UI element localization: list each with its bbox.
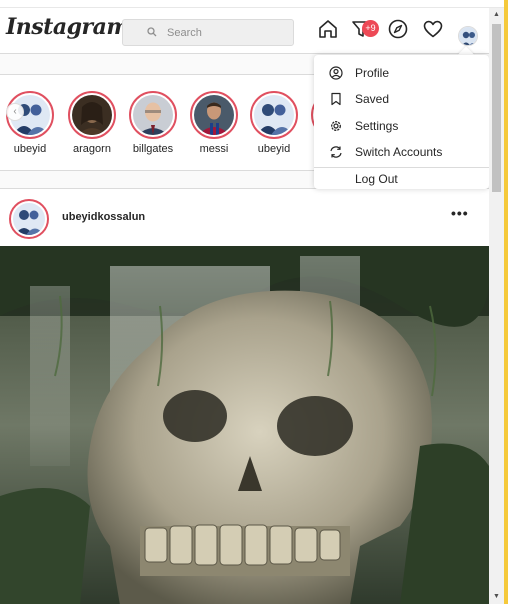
story-ring bbox=[129, 91, 177, 139]
home-icon[interactable] bbox=[317, 18, 339, 40]
bookmark-icon bbox=[331, 92, 341, 106]
story-avatar bbox=[133, 95, 173, 135]
search-icon bbox=[147, 27, 157, 37]
story-item[interactable]: billgates bbox=[123, 91, 183, 155]
story-username: aragorn bbox=[73, 143, 111, 155]
menu-item-label: Profile bbox=[355, 66, 390, 80]
menu-item-label: Settings bbox=[355, 119, 399, 133]
search-input[interactable] bbox=[167, 24, 287, 42]
scroll-up-arrow-icon[interactable]: ▲ bbox=[492, 11, 501, 19]
activity-heart-icon[interactable] bbox=[422, 18, 444, 40]
user-circle-icon bbox=[329, 66, 343, 80]
notification-badge: +9 bbox=[362, 20, 379, 37]
story-username: billgates bbox=[132, 143, 174, 155]
window-top-frame bbox=[0, 0, 508, 8]
post-author-avatar bbox=[13, 203, 45, 235]
story-item[interactable]: ubeyid bbox=[244, 91, 304, 155]
post-options-icon[interactable]: ••• bbox=[451, 205, 469, 221]
story-avatar bbox=[72, 95, 112, 135]
story-ring bbox=[68, 91, 116, 139]
explore-compass-icon[interactable] bbox=[387, 18, 409, 40]
menu-item-log-out[interactable]: Log Out bbox=[314, 167, 489, 191]
menu-item-label: Switch Accounts bbox=[355, 145, 443, 159]
post-image[interactable] bbox=[0, 246, 489, 604]
story-item[interactable]: ubeyid bbox=[0, 91, 60, 155]
post-header: ubeyidkossalun ••• bbox=[0, 189, 489, 244]
menu-item-switch-accounts[interactable]: Switch Accounts bbox=[314, 140, 489, 164]
menu-item-settings[interactable]: Settings bbox=[314, 114, 489, 138]
story-avatar bbox=[194, 95, 234, 135]
post-author-username[interactable]: ubeyidkossalun bbox=[62, 211, 145, 223]
story-username: ubeyid bbox=[257, 143, 291, 155]
menu-item-profile[interactable]: Profile bbox=[314, 61, 489, 85]
window-right-frame bbox=[504, 0, 508, 604]
search-box[interactable] bbox=[122, 19, 294, 46]
vertical-scrollbar[interactable]: ▲ ▼ bbox=[489, 8, 504, 604]
profile-dropdown-menu: Profile Saved Settings Switch Accounts L… bbox=[314, 55, 489, 189]
stories-previous-arrow-icon[interactable]: ‹ bbox=[6, 103, 24, 121]
menu-item-label: Saved bbox=[355, 92, 390, 106]
switch-arrows-icon bbox=[330, 146, 342, 158]
post-author-avatar-ring[interactable] bbox=[9, 199, 49, 239]
feed-post: ubeyidkossalun ••• bbox=[0, 188, 489, 604]
top-navbar: Instagram +9 bbox=[0, 8, 489, 54]
story-username: messi bbox=[199, 143, 229, 155]
scroll-down-arrow-icon[interactable]: ▼ bbox=[492, 593, 501, 601]
menu-item-label: Log Out bbox=[355, 172, 398, 186]
instagram-logo[interactable]: Instagram bbox=[6, 14, 130, 40]
menu-item-saved[interactable]: Saved bbox=[314, 87, 489, 111]
story-username: ubeyid bbox=[13, 143, 47, 155]
profile-avatar[interactable] bbox=[458, 26, 478, 46]
story-ring bbox=[250, 91, 298, 139]
story-avatar bbox=[254, 95, 294, 135]
settings-gear-icon bbox=[331, 121, 341, 131]
story-item[interactable]: messi bbox=[184, 91, 244, 155]
story-ring bbox=[190, 91, 238, 139]
scrollbar-thumb[interactable] bbox=[492, 24, 501, 192]
story-item[interactable]: aragorn bbox=[62, 91, 122, 155]
